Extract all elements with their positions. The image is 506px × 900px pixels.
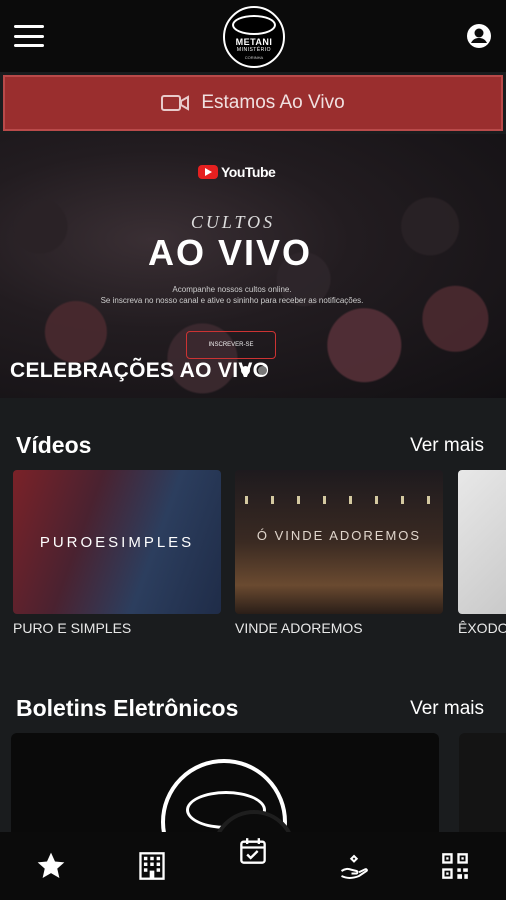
banner-kicker: CULTOS	[190, 212, 276, 232]
bulletins-section-header: Boletins Eletrônicos Ver mais	[0, 695, 506, 722]
church-logo[interactable]: METANI MINISTÉRIO CORINHA	[223, 6, 285, 68]
account-icon[interactable]	[466, 23, 492, 49]
thumbnail-caption: PUROESIMPLES	[39, 534, 195, 551]
donate-hand-icon	[341, 854, 369, 879]
menu-icon[interactable]	[14, 25, 44, 47]
live-now-label: Estamos Ao Vivo	[201, 92, 345, 113]
carousel-indicator	[241, 366, 267, 375]
banner-description: Acompanhe nossos cultos online. Se inscr…	[50, 284, 414, 306]
youtube-logo: YouTube	[198, 164, 276, 180]
logo-subtext: MINISTÉRIO	[236, 46, 272, 53]
banner-description-line: Acompanhe nossos cultos online.	[172, 285, 292, 294]
video-thumbnail[interactable]	[458, 470, 506, 614]
video-camera-icon	[161, 95, 190, 111]
live-now-button[interactable]: Estamos Ao Vivo	[3, 75, 503, 131]
events-tab[interactable]	[223, 821, 283, 881]
bulletins-see-more-link[interactable]: Ver mais	[410, 698, 484, 720]
bulletins-title: Boletins Eletrônicos	[16, 695, 239, 721]
globe-emblem	[232, 14, 276, 35]
banner-title: CELEBRAÇÕES AO VIVO	[10, 359, 270, 382]
calendar-check-icon	[240, 838, 266, 864]
building-icon	[139, 852, 165, 880]
video-thumbnail[interactable]: Ó VINDE ADOREMOS	[235, 470, 443, 614]
videos-section-header: Vídeos Ver mais	[0, 432, 506, 459]
qr-code-icon	[442, 853, 469, 879]
videos-title: Vídeos	[16, 432, 92, 458]
video-label[interactable]: PURO E SIMPLES	[13, 620, 131, 636]
bottom-navigation	[0, 832, 506, 900]
video-thumbnail[interactable]: PUROESIMPLES	[13, 470, 221, 614]
banner-headline: AO VIVO	[147, 232, 313, 273]
logo-city: CORINHA	[244, 54, 264, 60]
qr-tab[interactable]	[425, 836, 485, 896]
thumbnail-caption: Ó VINDE ADOREMOS	[256, 528, 422, 543]
videos-see-more-link[interactable]: Ver mais	[410, 435, 484, 457]
donate-tab[interactable]	[324, 836, 384, 896]
carousel-dot[interactable]	[258, 366, 267, 375]
video-label[interactable]: ÊXODO	[458, 620, 506, 636]
video-label[interactable]: VINDE ADOREMOS	[235, 620, 363, 636]
youtube-wordmark: YouTube	[221, 164, 276, 180]
favorites-tab[interactable]	[21, 836, 81, 896]
stage-lights	[245, 496, 433, 504]
logo-text: METANI	[235, 36, 273, 47]
banner-description-line: Se inscreva no nosso canal e ative o sin…	[100, 296, 364, 305]
church-tab[interactable]	[122, 836, 182, 896]
star-icon	[37, 852, 64, 878]
youtube-play-icon	[198, 165, 218, 179]
subscribe-button[interactable]: INSCREVER-SE	[186, 331, 276, 359]
carousel-dot-active[interactable]	[241, 366, 250, 375]
live-worship-banner[interactable]: YouTube CULTOS AO VIVO Acompanhe nossos …	[0, 134, 506, 398]
